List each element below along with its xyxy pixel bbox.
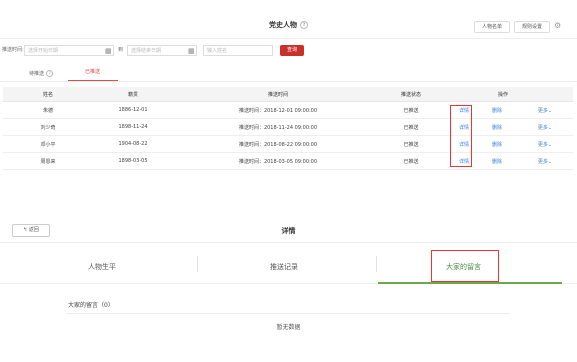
table-header-row: 姓名 籍贯 推送时间 推送状态 操作 [3,87,573,102]
name-search-input[interactable]: 输入姓名 [203,45,273,56]
help-icon[interactable]: ? [46,70,54,77]
cell-birth: 1898-11-24 [118,124,148,130]
cell-time: 推送时间：2018-03-05 09:00:00 [238,158,318,165]
cell-name: 邓小平 [40,141,56,148]
column-header-ops: 操作 [497,91,508,98]
pushed-people-table: 姓名 籍贯 推送时间 推送状态 操作 朱德 1886-12-01 推送时间：20… [3,87,573,170]
table-row: 周恩来 1898-03-05 推送时间：2018-03-05 09:00:00 … [3,153,573,170]
cell-time: 推送时间：2018-08-22 09:00:00 [238,141,318,148]
tab-separator [376,256,377,272]
cell-birth: 1898-03-05 [118,158,148,164]
query-button[interactable]: 查询 [280,45,304,56]
divider [66,313,510,314]
cell-status: 已推送 [403,107,419,114]
cell-time: 推送时间：2018-11-24 09:00:00 [238,124,318,131]
push-time-label: 推送时间: [2,47,24,53]
cell-status: 已推送 [403,124,419,131]
gear-icon[interactable]: ⚙ [554,22,562,30]
delete-link[interactable]: 删除 [487,102,507,118]
more-dropdown[interactable]: 更多⌄ [531,136,559,152]
more-dropdown[interactable]: 更多⌄ [531,119,559,135]
calendar-icon[interactable]: ▦ [105,47,112,55]
cell-birth: 1904-08-22 [118,141,148,147]
more-dropdown[interactable]: 更多⌄ [531,153,559,169]
people-list-button[interactable]: 人物名单 [474,21,510,33]
cell-status: 已推送 [403,158,419,165]
rules-settings-button[interactable]: 规则设置 [514,21,550,33]
tab-sent[interactable]: 已推送 [85,70,100,75]
column-header-time: 推送时间 [267,91,288,98]
cell-time: 推送时间：2018-12-01 09:00:00 [238,107,318,114]
delete-link[interactable]: 删除 [487,119,507,135]
table-row: 邓小平 1904-08-22 推送时间：2018-08-22 09:00:00 … [3,136,573,153]
column-header-birth: 籍贯 [127,91,138,98]
tab-pending-label: 待推送 [29,71,45,77]
cell-status: 已推送 [403,141,419,148]
active-tab-indicator [378,282,562,284]
column-header-status: 推送状态 [400,91,421,98]
detail-title: 详情 [281,227,296,235]
messages-count: 大家的留言（0） [68,302,114,309]
divider [0,38,577,39]
cell-name: 刘少奇 [40,124,56,131]
detail-column-highlight-box [450,105,472,167]
more-dropdown[interactable]: 更多⌄ [531,102,559,118]
page-title-text: 党史人物 [269,21,297,29]
cell-name: 周恩来 [40,158,56,165]
to-label: 到 [118,47,124,53]
tab-pending[interactable]: 待推送? [29,70,54,77]
table-row: 刘少奇 1898-11-24 推送时间：2018-11-24 09:00:00 … [3,119,573,136]
delete-link[interactable]: 删除 [487,153,507,169]
help-icon[interactable]: ? [300,21,308,29]
end-date-input[interactable]: 选择结束日期 [127,45,197,56]
tab-separator [197,256,198,272]
table-row: 朱德 1886-12-01 推送时间：2018-12-01 09:00:00 已… [3,102,573,119]
empty-state-text: 暂无数据 [276,324,301,331]
start-date-input[interactable]: 选择开始日期 [24,45,114,56]
divider [0,242,577,243]
divider [0,81,577,82]
cell-birth: 1886-12-01 [118,107,148,113]
tab-push-records[interactable]: 推送记录 [270,262,298,272]
tab-biography[interactable]: 人物生平 [88,262,116,272]
calendar-icon[interactable]: ▦ [188,47,195,55]
cell-name: 朱德 [42,107,53,114]
messages-tab-highlight-box [431,250,499,282]
column-header-name: 姓名 [42,91,53,98]
delete-link[interactable]: 删除 [487,136,507,152]
